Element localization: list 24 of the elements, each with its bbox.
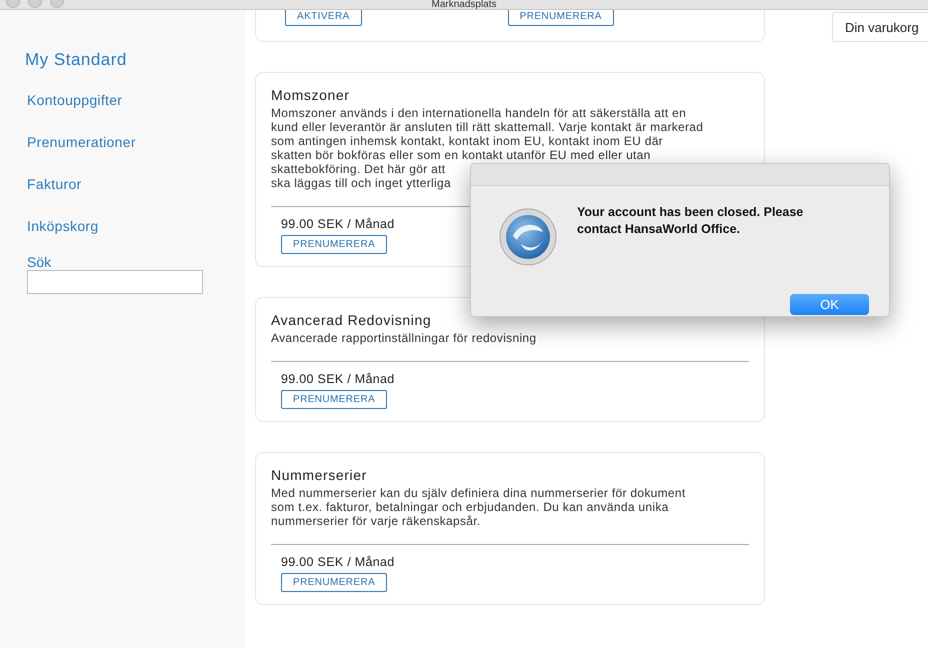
card-title: Momszoner xyxy=(271,87,351,103)
cart-label: Din varukorg xyxy=(845,20,919,35)
price-text: 99.00 SEK / Månad xyxy=(281,217,395,231)
app-logo-icon xyxy=(499,208,557,266)
ok-button[interactable]: OK xyxy=(790,294,869,315)
dialog-message: Your account has been closed. Please contact HansaWorld Office. xyxy=(577,204,804,238)
sidebar-link[interactable]: Fakturor xyxy=(27,176,82,194)
sidebar-heading: My Standard xyxy=(25,50,128,70)
card-description: Avancerade rapportinställningar för redovisning xyxy=(271,331,536,345)
sidebar-link[interactable]: Inköpskorg xyxy=(27,218,98,236)
sidebar-link[interactable]: Kontouppgifter xyxy=(27,92,122,110)
search-label: Sök xyxy=(27,254,52,270)
card-description: Med nummerserier kan du själv definiera dina nummerserier för dokument som t.ex. fakturor, betalningar och erbjudanden. Du kan använda unika nummerserier för varje räkenskapsår. xyxy=(271,486,686,528)
subscribe-button[interactable]: PRENUMERERA xyxy=(281,573,388,592)
window-title: Marknadsplats xyxy=(431,0,497,10)
card-description: skattebokföring. Det här gör att ska läggas till och inget ytterliga xyxy=(271,162,451,190)
price-text: 99.00 SEK / Månad xyxy=(281,372,395,386)
search-field[interactable] xyxy=(27,270,203,294)
subscribe-button[interactable]: PRENUMERERA xyxy=(281,390,388,409)
card-title: Avancerad Redovisning xyxy=(271,312,432,328)
card-title: Nummerserier xyxy=(271,467,368,483)
sidebar-link[interactable]: Prenumerationer xyxy=(27,134,136,152)
subscribe-button[interactable]: PRENUMERERA xyxy=(281,235,388,254)
price-text: 99.00 SEK / Månad xyxy=(281,555,395,569)
